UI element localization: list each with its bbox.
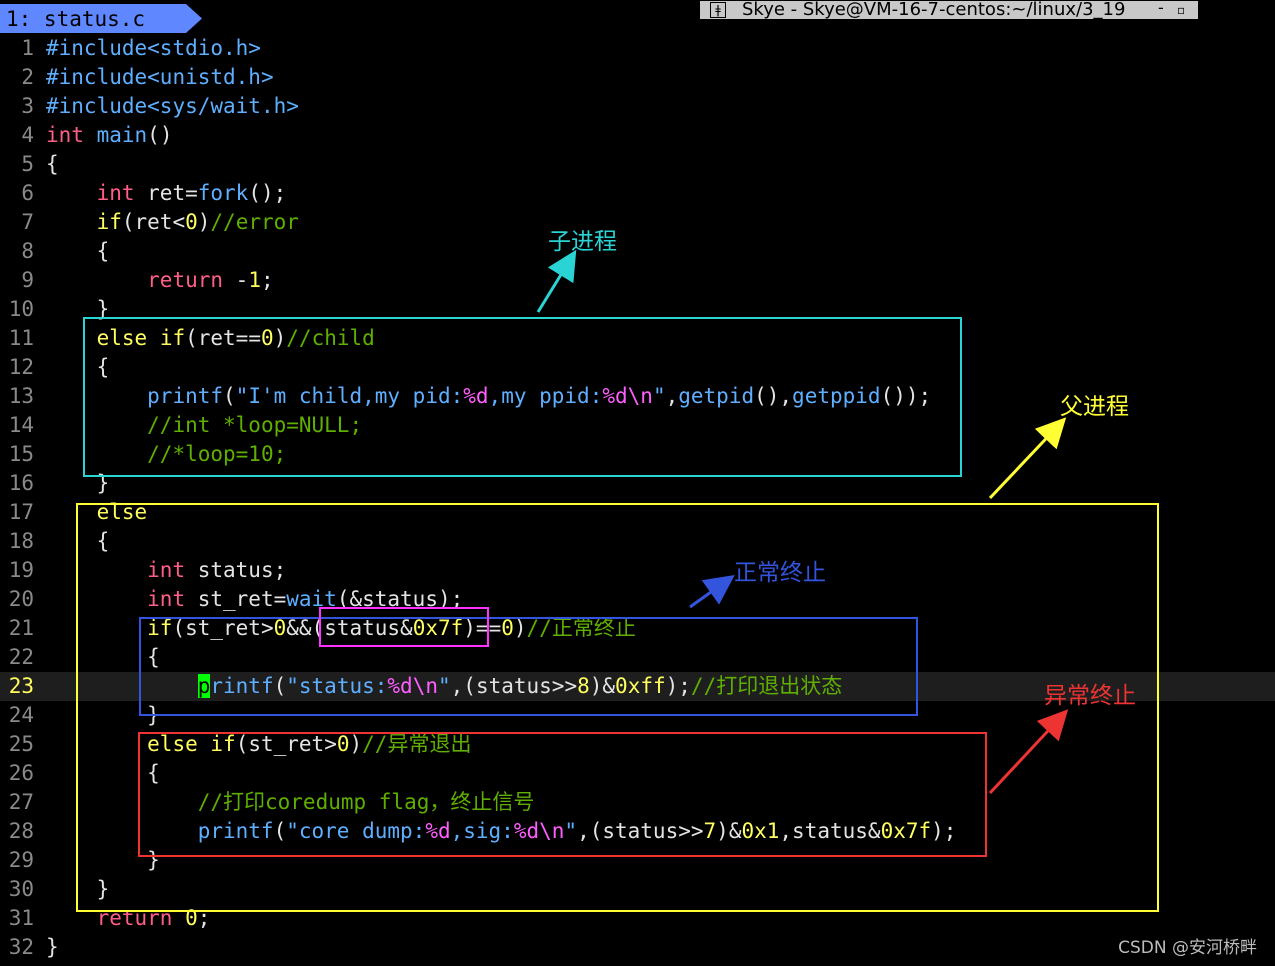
normal-arrow (689, 575, 735, 609)
child-process-label: 子进程 (548, 229, 617, 255)
annotation-arrows (536, 249, 1069, 795)
csdn-watermark: CSDN @安河桥畔 (1118, 938, 1257, 958)
abnormal-exit-label: 异常终止 (1044, 683, 1136, 709)
child-arrow (536, 249, 577, 313)
parent-arrow (988, 417, 1067, 500)
normal-exit-label: 正常终止 (734, 560, 826, 586)
parent-process-label: 父进程 (1060, 394, 1129, 420)
abnormal-arrow (988, 709, 1069, 795)
